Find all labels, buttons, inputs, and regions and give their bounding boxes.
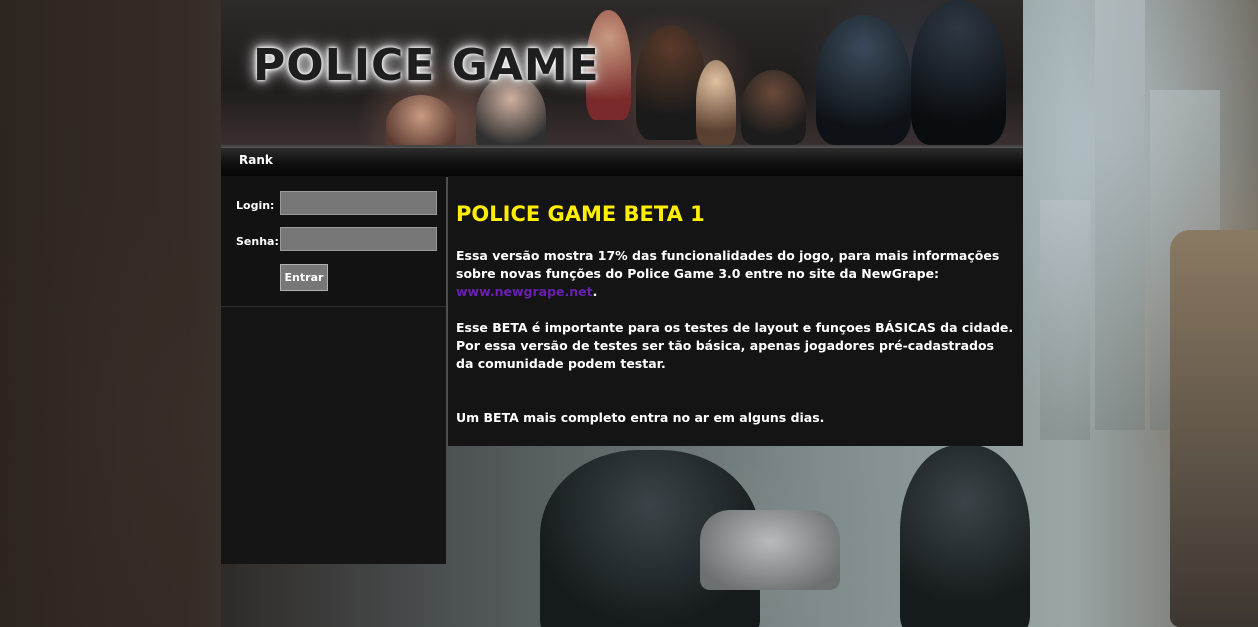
page-container: POLICE GAME Rank Login: Senha: Entrar PO…: [221, 0, 1023, 627]
login-input[interactable]: [280, 191, 437, 215]
newgrape-link[interactable]: www.newgrape.net: [456, 284, 593, 299]
banner-figure: [386, 95, 456, 145]
page-title: POLICE GAME BETA 1: [456, 202, 705, 226]
password-label: Senha:: [236, 235, 279, 248]
main-content-panel: POLICE GAME BETA 1 Essa versão mostra 17…: [448, 176, 1023, 446]
login-label: Login:: [236, 199, 275, 212]
background-robot: [1170, 230, 1258, 627]
nav-item-rank[interactable]: Rank: [239, 153, 273, 167]
banner-figure: [696, 60, 736, 145]
background-skyscraper: [1095, 0, 1145, 430]
banner-figure: [741, 70, 806, 145]
beta-info-paragraph: Esse BETA é importante para os testes de…: [456, 320, 1014, 371]
banner-figure: [816, 15, 911, 145]
background-skyscraper: [1040, 200, 1090, 440]
header-banner: POLICE GAME: [221, 0, 1023, 147]
background-skyscraper: [1150, 90, 1220, 430]
beta-announcement-paragraph: Um BETA mais completo entra no ar em alg…: [456, 410, 825, 425]
game-logo: POLICE GAME: [253, 40, 600, 91]
login-form: Login: Senha: Entrar: [221, 176, 446, 307]
background-building-left: [0, 0, 221, 627]
intro-text: Essa versão mostra 17% das funcionalidad…: [456, 248, 1000, 281]
top-nav-bar: Rank: [221, 147, 1023, 177]
password-input[interactable]: [280, 227, 437, 251]
sidebar: Login: Senha: Entrar: [221, 176, 446, 564]
login-submit-button[interactable]: Entrar: [280, 264, 328, 291]
intro-text-end: .: [592, 284, 598, 299]
banner-figure: [911, 0, 1006, 145]
intro-paragraph: Essa versão mostra 17% das funcionalidad…: [456, 247, 1014, 301]
